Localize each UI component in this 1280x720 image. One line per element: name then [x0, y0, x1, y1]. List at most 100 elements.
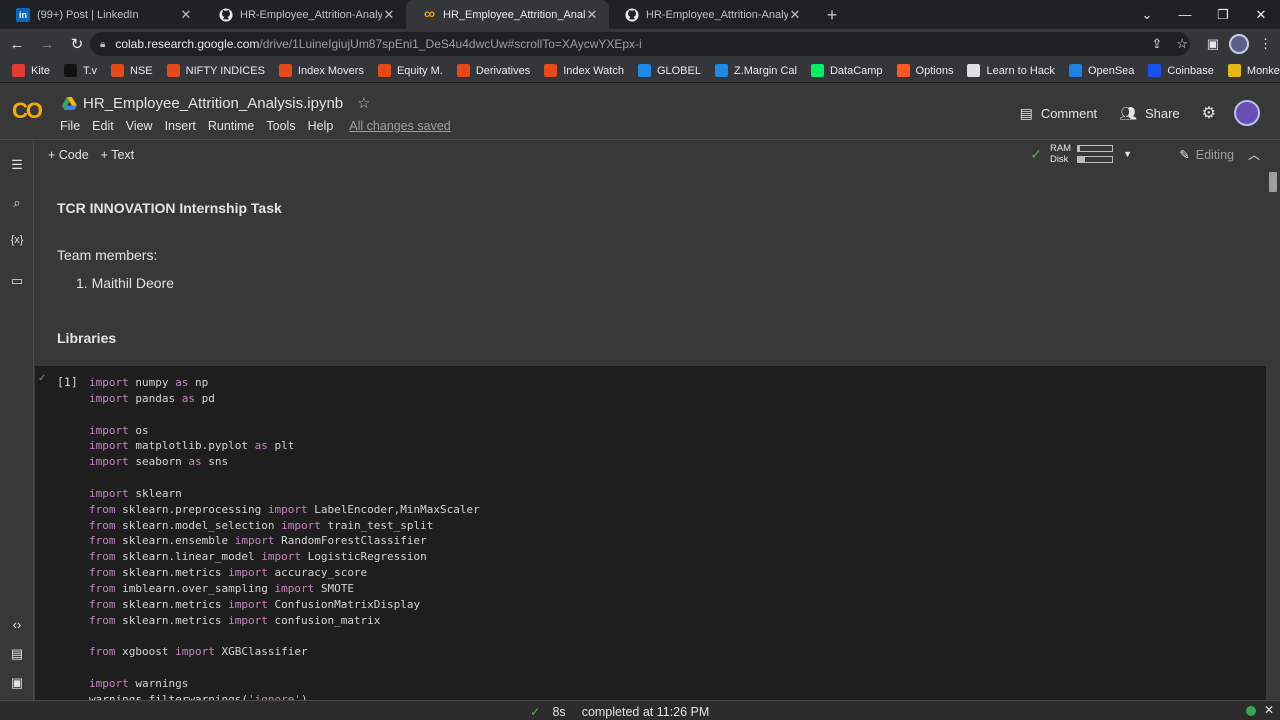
run-success-check-icon[interactable]: ✓	[38, 373, 46, 384]
bookmark-item[interactable]: Learn to Hack	[967, 64, 1055, 77]
minimize-icon[interactable]: —	[1166, 0, 1204, 29]
bookmark-item[interactable]: NIFTY INDICES	[166, 64, 265, 77]
execution-duration: 8s	[552, 704, 566, 719]
share-page-icon[interactable]: ⇪	[1151, 36, 1162, 52]
menu-help[interactable]: Help	[308, 119, 334, 133]
new-tab-button[interactable]: +	[818, 1, 846, 29]
close-window-icon[interactable]: ✕	[1242, 0, 1280, 29]
bookmark-item[interactable]: T.v	[63, 64, 97, 77]
close-icon[interactable]: ✕	[788, 7, 802, 23]
code-editor[interactable]: import numpy as np import pandas as pd i…	[89, 375, 480, 700]
bookmark-item[interactable]: Index Watch	[544, 64, 624, 77]
colab-logo[interactable]: CO	[12, 98, 43, 124]
bookmark-item[interactable]: Monkeytype	[1227, 64, 1280, 77]
bookmark-item[interactable]: GLOBEL	[637, 64, 701, 77]
markdown-heading: TCR INNOVATION Internship Task	[57, 200, 282, 216]
bookmark-star-icon[interactable]: ☆	[1176, 36, 1188, 52]
save-status-link[interactable]: All changes saved	[349, 119, 450, 133]
bookmark-label: DataCamp	[829, 64, 883, 77]
code-snippets-icon[interactable]: ‹›	[0, 617, 34, 632]
bookmark-favicon-icon	[456, 64, 470, 77]
close-icon[interactable]: ✕	[382, 7, 396, 23]
menu-insert[interactable]: Insert	[165, 119, 196, 133]
variables-icon[interactable]: {x}	[0, 234, 34, 246]
bookmark-label: Derivatives	[475, 64, 531, 77]
bookmark-item[interactable]: Index Movers	[278, 64, 364, 77]
notebook-scrollbar[interactable]	[1268, 170, 1278, 700]
github-icon	[625, 7, 639, 22]
bookmark-item[interactable]: Kite	[12, 64, 50, 77]
linkedin-icon: in	[16, 7, 30, 22]
connected-check-icon: ✓	[1030, 145, 1042, 162]
address-bar[interactable]: 🔒︎ colab.research.google.com/drive/1Luin…	[90, 32, 1190, 56]
libraries-heading: Libraries	[57, 330, 117, 346]
chevron-down-icon[interactable]: ⌄	[1128, 0, 1166, 29]
star-icon[interactable]: ☆	[357, 94, 370, 112]
bookmark-favicon-icon	[166, 64, 180, 77]
add-code-button[interactable]: + Code	[48, 148, 89, 162]
terminal-icon[interactable]: ▣	[0, 675, 34, 691]
menu-view[interactable]: View	[126, 119, 153, 133]
table-of-contents-icon[interactable]: ☰	[0, 157, 34, 173]
bookmark-item[interactable]: OpenSea	[1068, 64, 1134, 77]
collapse-header-icon[interactable]: ︿	[1248, 146, 1260, 163]
menu-tools[interactable]: Tools	[266, 119, 295, 133]
folder-icon[interactable]: ▭	[0, 273, 34, 289]
bookmark-label: Index Movers	[297, 64, 364, 77]
bookmark-item[interactable]: Derivatives	[456, 64, 531, 77]
tab-github-1[interactable]: HR-Employee_Attrition-Analysis/ ✕	[203, 0, 406, 29]
user-avatar[interactable]	[1234, 100, 1260, 126]
menu-runtime[interactable]: Runtime	[208, 119, 255, 133]
bookmark-favicon-icon	[714, 64, 728, 77]
dropdown-arrow-icon[interactable]: ▼	[1123, 149, 1132, 159]
bookmark-item[interactable]: NSE	[111, 64, 153, 77]
bookmark-label: NIFTY INDICES	[185, 64, 265, 77]
window-controls: ⌄ — ❐ ✕	[1128, 0, 1280, 29]
bookmark-label: Equity M.	[396, 64, 443, 77]
forward-arrow-icon[interactable]: →	[34, 31, 60, 57]
code-cell[interactable]: ✓ [1] import numpy as np import pandas a…	[35, 366, 1266, 700]
editing-mode-button[interactable]: ✎ Editing	[1179, 147, 1234, 163]
bookmark-label: Index Watch	[563, 64, 624, 77]
profile-avatar[interactable]	[1229, 34, 1249, 54]
bookmark-item[interactable]: DataCamp	[810, 64, 883, 77]
bookmark-favicon-icon	[544, 64, 558, 77]
side-panel-icon[interactable]: ▣	[1207, 36, 1219, 52]
settings-gear-icon[interactable]: ⚙	[1202, 103, 1216, 123]
resources-indicator[interactable]: ✓ RAM Disk ▼	[1030, 143, 1132, 165]
disk-bar	[1077, 156, 1114, 163]
people-icon: 👥︎	[1119, 104, 1137, 121]
bookmark-favicon-icon	[111, 64, 125, 77]
bookmark-label: Monkeytype	[1246, 64, 1280, 77]
notebook-title[interactable]: HR_Employee_Attrition_Analysis.ipynb	[83, 95, 343, 112]
bookmark-item[interactable]: Equity M.	[377, 64, 443, 77]
tab-linkedin[interactable]: in (99+) Post | LinkedIn ✕	[0, 0, 203, 29]
tab-colab[interactable]: co HR_Employee_Attrition_Analysis.i ✕	[406, 0, 609, 29]
bookmark-label: NSE	[130, 64, 153, 77]
completed-check-icon: ✓	[530, 705, 541, 719]
restore-icon[interactable]: ❐	[1204, 0, 1242, 29]
menu-edit[interactable]: Edit	[92, 119, 114, 133]
command-palette-icon[interactable]: ▤	[0, 646, 34, 662]
bookmark-favicon-icon	[637, 64, 651, 77]
close-icon[interactable]: ✕	[585, 7, 599, 23]
lock-icon: 🔒︎	[100, 38, 106, 50]
bookmark-favicon-icon	[967, 64, 981, 77]
menu-file[interactable]: File	[60, 119, 80, 133]
kebab-menu-icon[interactable]: ⋮	[1259, 36, 1272, 52]
bookmark-favicon-icon	[278, 64, 292, 77]
bookmark-item[interactable]: Coinbase	[1148, 64, 1214, 77]
comment-button[interactable]: ▤ Comment	[1020, 105, 1098, 122]
tab-github-2[interactable]: HR-Employee_Attrition-Analysis/ ✕	[609, 0, 812, 29]
close-icon[interactable]: ✕	[1264, 703, 1274, 717]
back-arrow-icon[interactable]: ←	[4, 31, 30, 57]
share-button[interactable]: 👥︎ Share	[1119, 105, 1179, 122]
menu-bar: File Edit View Insert Runtime Tools Help…	[60, 119, 463, 133]
close-icon[interactable]: ✕	[179, 7, 193, 23]
bookmark-item[interactable]: Options	[896, 64, 953, 77]
add-text-button[interactable]: + Text	[101, 148, 134, 162]
google-drive-icon	[62, 96, 77, 110]
reload-icon[interactable]: ↻	[64, 31, 90, 57]
search-icon[interactable]: ⌕	[0, 195, 34, 211]
bookmark-item[interactable]: Z.Margin Cal	[714, 64, 797, 77]
